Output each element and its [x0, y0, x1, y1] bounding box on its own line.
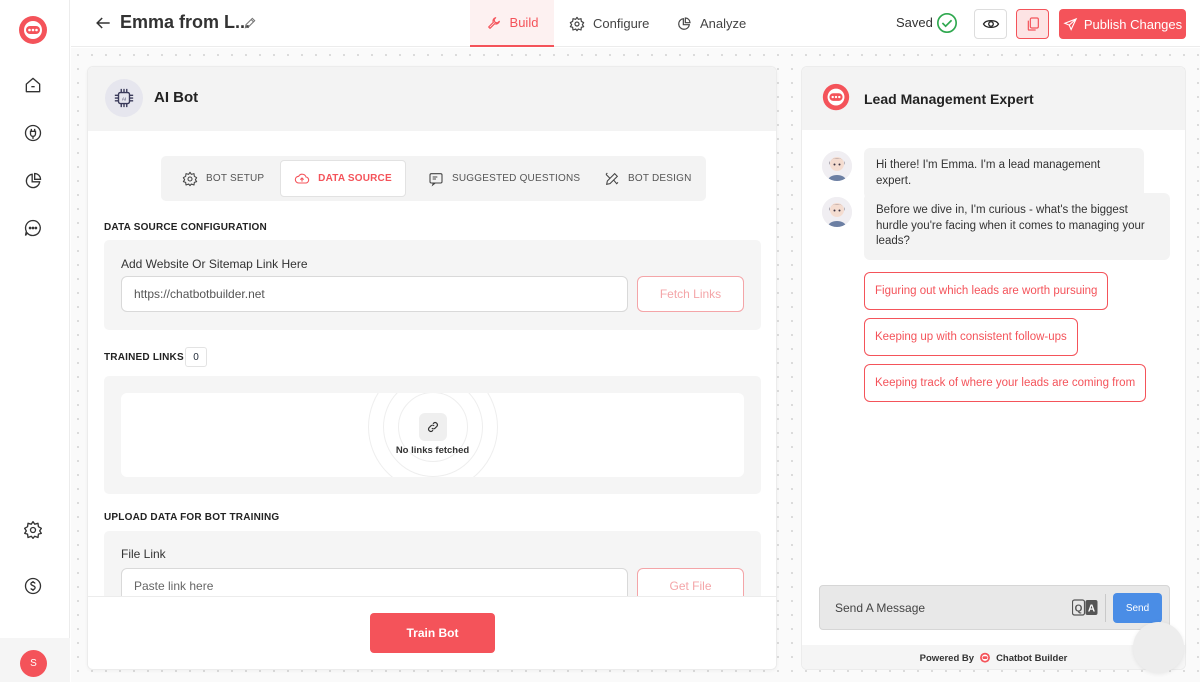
trained-links-count: 0 — [185, 347, 207, 367]
save-status: Saved — [896, 15, 933, 30]
tab-analyze[interactable]: Analyze — [676, 0, 746, 47]
quick-reply-option[interactable]: Keeping up with consistent follow-ups — [864, 318, 1078, 356]
sidebar-item-home[interactable] — [21, 73, 45, 97]
floating-chat-launcher[interactable] — [1133, 622, 1184, 673]
chat-preview-header: Lead Management Expert — [802, 67, 1185, 130]
sidebar-item-analytics[interactable] — [21, 169, 45, 193]
billing-icon — [24, 577, 42, 595]
chatbot-logo-icon[interactable] — [16, 14, 50, 48]
pie-chart-icon — [678, 16, 691, 30]
sidebar-item-integrations[interactable] — [21, 121, 45, 145]
data-source-section-title: DATA SOURCE CONFIGURATION — [104, 222, 267, 233]
plug-icon — [24, 124, 42, 142]
tab-configure[interactable]: Configure — [569, 0, 649, 47]
chat-icon — [24, 219, 41, 237]
design-pencil-icon — [605, 172, 619, 185]
svg-text:Q: Q — [1075, 604, 1083, 615]
builder-panel: AI AI Bot BOT SETUP DATA SOURCE SUGGESTE… — [87, 66, 777, 670]
svg-text:A: A — [1088, 604, 1095, 615]
chat-preview-panel: Lead Management Expert Hi there! I'm Emm… — [801, 66, 1186, 670]
trained-links-box: No links fetched — [104, 376, 761, 494]
sidebar-item-billing[interactable] — [21, 574, 45, 598]
fetch-links-button[interactable]: Fetch Links — [637, 276, 744, 312]
back-arrow-icon[interactable] — [93, 13, 113, 33]
check-circle-icon — [937, 13, 957, 33]
builder-subtabs: BOT SETUP DATA SOURCE SUGGESTED QUESTION… — [161, 156, 706, 201]
powered-by-brand[interactable]: Chatbot Builder — [996, 653, 1067, 664]
subtab-suggested-questions-label: SUGGESTED QUESTIONS — [452, 173, 581, 184]
subtab-bot-design[interactable]: BOT DESIGN — [604, 160, 692, 197]
user-menu[interactable]: S — [0, 638, 70, 682]
subtab-suggested-questions[interactable]: SUGGESTED QUESTIONS — [428, 160, 580, 197]
data-source-box: Add Website Or Sitemap Link Here https:/… — [104, 240, 761, 330]
analytics-icon — [25, 172, 42, 189]
svg-text:AI: AI — [122, 96, 126, 101]
cloud-upload-icon — [295, 173, 310, 184]
subtab-data-source-label: DATA SOURCE — [318, 173, 392, 184]
tab-build-label: Build — [509, 15, 539, 30]
gear-icon — [182, 171, 198, 186]
upload-section-title: UPLOAD DATA FOR BOT TRAINING — [104, 512, 280, 523]
subtab-bot-setup-label: BOT SETUP — [206, 173, 265, 184]
pencil-icon[interactable] — [243, 16, 257, 30]
gear-icon — [569, 16, 585, 31]
publish-changes-button[interactable]: Publish Changes — [1059, 9, 1186, 39]
bot-name-title: Emma from L... — [120, 12, 251, 32]
quick-reply-option[interactable]: Keeping track of where your leads are co… — [864, 364, 1147, 402]
website-url-input[interactable]: https://chatbotbuilder.net — [121, 276, 628, 312]
bot-message: Before we dive in, I'm curious - what's … — [864, 193, 1170, 260]
composer-divider — [1105, 594, 1106, 622]
tab-build[interactable]: Build — [470, 0, 554, 47]
empty-state-card: No links fetched — [121, 393, 744, 477]
send-button[interactable]: Send — [1113, 593, 1162, 623]
subtab-bot-design-label: BOT DESIGN — [628, 173, 692, 184]
tab-analyze-label: Analyze — [700, 16, 747, 31]
tab-configure-label: Configure — [593, 16, 650, 31]
file-link-label: File Link — [121, 547, 166, 561]
subtab-bot-setup[interactable]: BOT SETUP — [182, 160, 264, 197]
empty-state-text: No links fetched — [395, 445, 470, 456]
message-composer: Send A Message Q A Send — [819, 585, 1170, 630]
ai-chip-icon: AI — [105, 79, 143, 117]
sidebar-item-settings[interactable] — [21, 518, 45, 542]
bot-message: Hi there! I'm Emma. I'm a lead managemen… — [864, 148, 1144, 199]
publish-label: Publish Changes — [1083, 16, 1183, 32]
left-sidebar: S — [0, 0, 70, 682]
quick-reply-option[interactable]: Figuring out which leads are worth pursu… — [864, 272, 1109, 310]
powered-by-label: Powered By — [919, 652, 975, 664]
powered-by-footer: Powered By Chatbot Builder — [802, 645, 1185, 669]
link-icon — [419, 413, 447, 441]
builder-title: AI Bot — [154, 89, 199, 106]
question-chat-icon — [429, 172, 443, 186]
settings-icon — [24, 521, 42, 539]
send-plane-icon — [1063, 17, 1078, 31]
eye-icon — [982, 19, 999, 29]
builder-footer: Train Bot — [88, 596, 776, 669]
bot-avatar — [822, 197, 852, 227]
qa-icon[interactable]: Q A — [1072, 599, 1098, 617]
bot-avatar — [822, 151, 852, 181]
chatbot-logo-icon — [822, 83, 850, 111]
copy-icon — [1027, 17, 1039, 31]
avatar[interactable]: S — [20, 650, 47, 677]
home-icon — [25, 77, 41, 93]
trained-links-section-title: TRAINED LINKS — [104, 352, 184, 363]
subtab-data-source[interactable]: DATA SOURCE — [280, 160, 406, 197]
chatbot-logo-icon — [980, 652, 991, 663]
wrench-icon — [487, 16, 500, 29]
preview-button[interactable] — [974, 9, 1007, 39]
message-input[interactable]: Send A Message — [835, 601, 925, 615]
builder-header: AI AI Bot — [88, 67, 776, 131]
train-bot-button[interactable]: Train Bot — [370, 613, 495, 653]
copy-button[interactable] — [1016, 9, 1049, 39]
website-field-label: Add Website Or Sitemap Link Here — [121, 257, 308, 271]
chat-preview-title: Lead Management Expert — [864, 91, 1034, 107]
top-bar: Emma from L... Build Configure Analyze S… — [71, 0, 1200, 47]
sidebar-item-chats[interactable] — [21, 216, 45, 240]
